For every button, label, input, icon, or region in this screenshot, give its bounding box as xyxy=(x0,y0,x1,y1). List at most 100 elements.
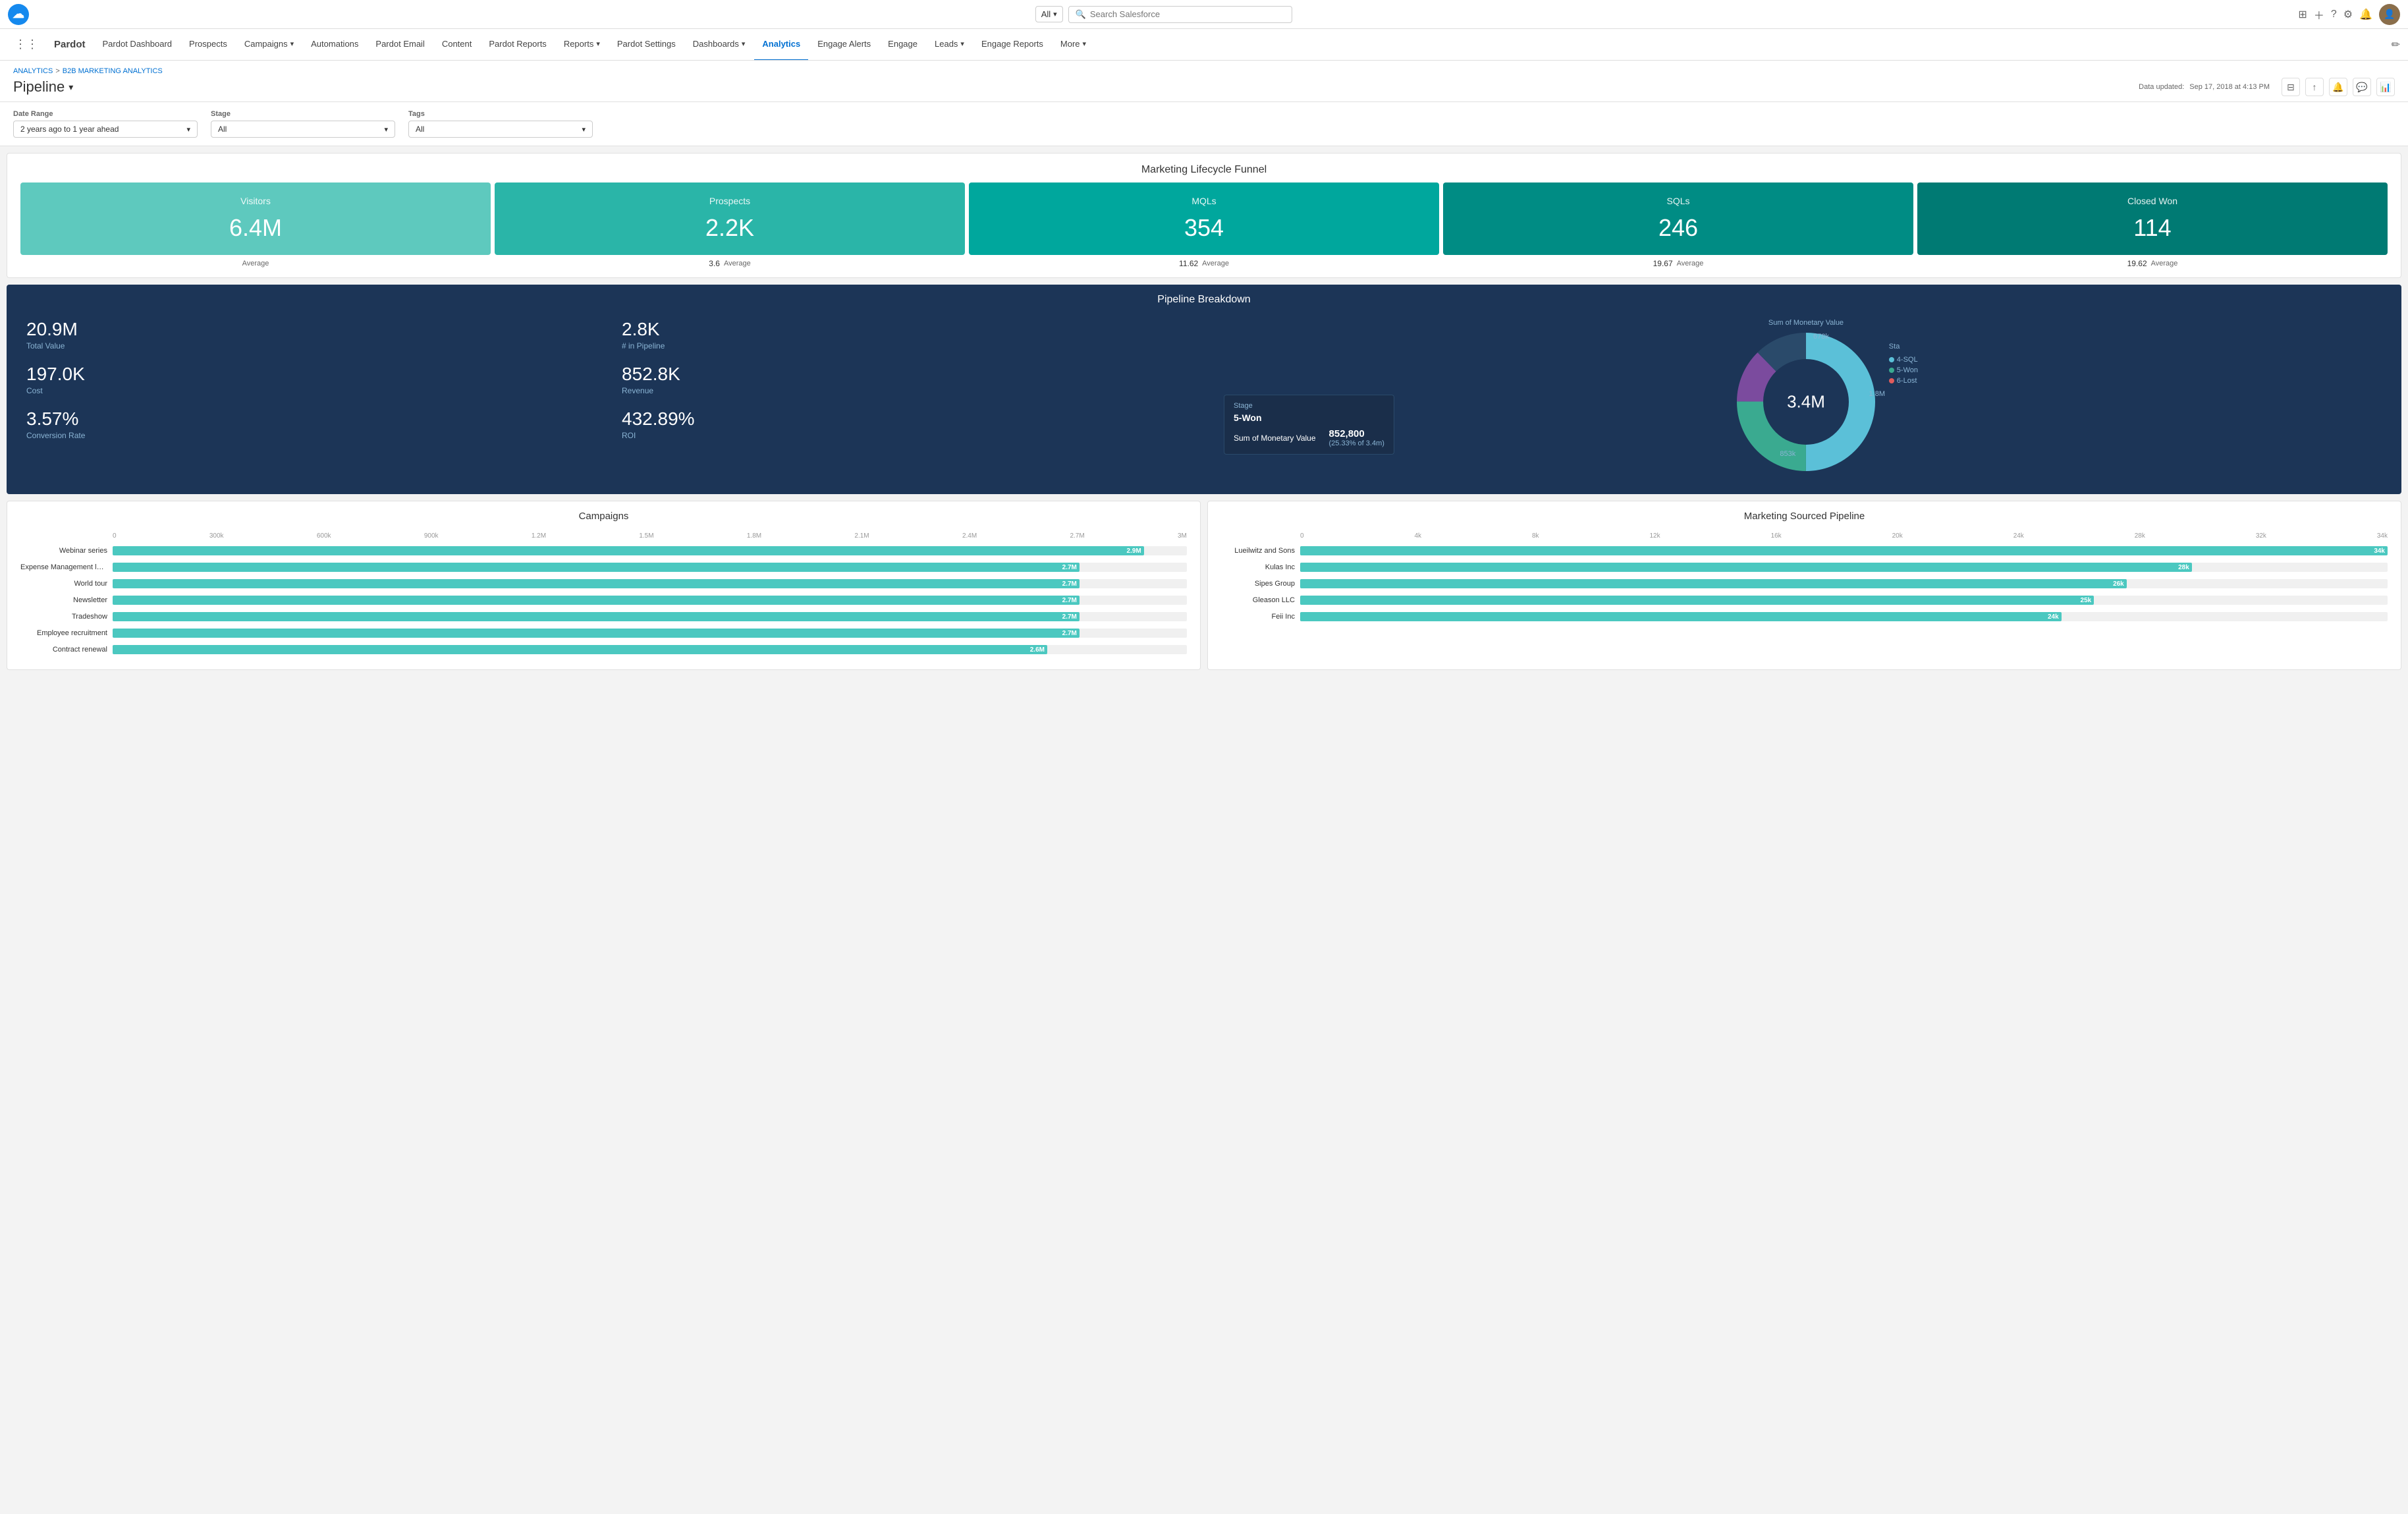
comment-icon[interactable]: 💬 xyxy=(2353,78,2371,96)
all-dropdown[interactable]: All ▾ xyxy=(1035,6,1063,22)
filter-date-select[interactable]: 2 years ago to 1 year ahead ▾ xyxy=(13,121,198,138)
page-title-dropdown-icon[interactable]: ▾ xyxy=(68,82,73,93)
grid-icon[interactable]: ⊞ xyxy=(2298,8,2307,21)
marketing-pipeline-title: Marketing Sourced Pipeline xyxy=(1208,501,2401,527)
donut-center-value: 3.4M xyxy=(1787,392,1825,412)
list-item: Newsletter 2.7M xyxy=(20,594,1187,606)
search-input[interactable] xyxy=(1090,9,1285,19)
sidebar-item-leads[interactable]: Leads▾ xyxy=(927,29,972,61)
sidebar-item-automations[interactable]: Automations xyxy=(303,29,366,61)
donut-chart: 3.4M xyxy=(1734,329,1878,474)
funnel-label-mqls: MQLs xyxy=(1191,196,1216,206)
sidebar-item-engage[interactable]: Engage xyxy=(880,29,925,61)
chevron-down-icon: ▾ xyxy=(582,125,586,134)
breadcrumb-separator: > xyxy=(55,67,59,75)
donut-label-678k: 678k xyxy=(1813,333,1829,341)
help-icon[interactable]: ? xyxy=(2331,9,2337,20)
list-item: Feii Inc 24k xyxy=(1221,611,2388,623)
sidebar-item-dashboards[interactable]: Dashboards▾ xyxy=(685,29,753,61)
sidebar-item-pardot-reports[interactable]: Pardot Reports xyxy=(481,29,554,61)
filter-tags-label: Tags xyxy=(408,110,593,118)
breadcrumb-analytics[interactable]: ANALYTICS xyxy=(13,67,53,75)
chart-icon[interactable]: 📊 xyxy=(2376,78,2395,96)
list-item: Lueilwitz and Sons 34k xyxy=(1221,545,2388,557)
filter-date-value: 2 years ago to 1 year ahead xyxy=(20,125,119,134)
subscribe-icon[interactable]: 🔔 xyxy=(2329,78,2347,96)
sidebar-item-analytics[interactable]: Analytics xyxy=(754,29,808,61)
sidebar-item-pardot-dashboard[interactable]: Pardot Dashboard xyxy=(95,29,180,61)
sidebar-item-prospects[interactable]: Prospects xyxy=(181,29,235,61)
list-item: Contract renewal 2.6M xyxy=(20,644,1187,656)
sidebar-item-more[interactable]: More▾ xyxy=(1053,29,1094,61)
pipeline-stats: 20.9M Total Value 2.8K # in Pipeline 197… xyxy=(7,312,1211,481)
salesforce-logo: ☁ xyxy=(8,4,29,25)
filter-tags-select[interactable]: All ▾ xyxy=(408,121,593,138)
campaigns-axis: 0 300k 600k 900k 1.2M 1.5M 1.8M 2.1M 2.4… xyxy=(20,532,1187,540)
filter-stage-select[interactable]: All ▾ xyxy=(211,121,395,138)
sidebar-item-engage-alerts[interactable]: Engage Alerts xyxy=(809,29,879,61)
funnel-item-prospects: Prospects 2.2K xyxy=(495,182,965,255)
funnel-card: Marketing Lifecycle Funnel Visitors 6.4M… xyxy=(7,153,2401,278)
marketing-bars: Lueilwitz and Sons 34k Kulas Inc 28k Sip… xyxy=(1221,545,2388,623)
dashboard-body: Marketing Lifecycle Funnel Visitors 6.4M… xyxy=(0,153,2408,683)
filter-date-range-group: Date Range 2 years ago to 1 year ahead ▾ xyxy=(13,110,198,138)
campaigns-chart-title: Campaigns xyxy=(7,501,1200,527)
funnel-label-prospects: Prospects xyxy=(709,196,750,206)
pipeline-chart-area: Stage 5-Won Sum of Monetary Value 852,80… xyxy=(1211,312,2401,481)
filter-tags-value: All xyxy=(416,125,424,134)
sidebar-item-content[interactable]: Content xyxy=(434,29,480,61)
sidebar-item-pardot-settings[interactable]: Pardot Settings xyxy=(609,29,684,61)
breadcrumb: ANALYTICS > B2B MARKETING ANALYTICS xyxy=(13,67,2395,75)
chevron-down-icon: ▾ xyxy=(960,40,964,48)
avatar[interactable]: 👤 xyxy=(2379,4,2400,25)
list-item: Sipes Group 26k xyxy=(1221,578,2388,590)
share-icon[interactable]: ↑ xyxy=(2305,78,2324,96)
search-box[interactable]: 🔍 xyxy=(1068,6,1292,23)
bell-icon[interactable]: 🔔 xyxy=(2359,8,2372,21)
filter-stage-value: All xyxy=(218,125,227,134)
funnel-avg-mqls: 11.62 Average xyxy=(969,259,1439,268)
funnel-value-visitors: 6.4M xyxy=(229,214,282,242)
funnel-avg-sqls: 19.67 Average xyxy=(1443,259,1913,268)
chevron-down-icon: ▾ xyxy=(1053,10,1057,18)
tooltip-label: Sum of Monetary Value xyxy=(1234,434,1316,443)
funnel-avg-val-1: 3.6 xyxy=(709,259,720,268)
main-nav: ⋮⋮ Pardot Pardot Dashboard Prospects Cam… xyxy=(0,29,2408,61)
sidebar-item-campaigns[interactable]: Campaigns▾ xyxy=(236,29,302,61)
page-header: ANALYTICS > B2B MARKETING ANALYTICS Pipe… xyxy=(0,61,2408,102)
edit-icon[interactable]: ✏ xyxy=(2392,38,2400,51)
funnel-item-mqls: MQLs 354 xyxy=(969,182,1439,255)
page-title: Pipeline ▾ xyxy=(13,78,73,96)
donut-wrapper: Sum of Monetary Value xyxy=(1734,319,1878,474)
add-icon[interactable]: ＋ xyxy=(2314,7,2324,22)
sidebar-item-pardot-email[interactable]: Pardot Email xyxy=(368,29,432,61)
list-item: World tour 2.7M xyxy=(20,578,1187,590)
funnel-item-closed-won: Closed Won 114 xyxy=(1917,182,2388,255)
sidebar-item-reports[interactable]: Reports▾ xyxy=(556,29,608,61)
stat-label-4: Conversion Rate xyxy=(26,431,595,440)
filter-stage-group: Stage All ▾ xyxy=(211,110,395,138)
gear-icon[interactable]: ⚙ xyxy=(2343,8,2353,21)
funnel-avg-val-3: 19.67 xyxy=(1653,259,1673,268)
stat-cost: 197.0K Cost xyxy=(26,364,595,395)
stat-roi: 432.89% ROI xyxy=(622,408,1191,440)
filter-tags-group: Tags All ▾ xyxy=(408,110,593,138)
nav-apps-icon[interactable]: ⋮⋮ xyxy=(8,38,45,51)
stat-big-1: 2.8K xyxy=(622,319,1191,340)
legend-dot-won xyxy=(1889,368,1894,373)
stat-label-3: Revenue xyxy=(622,386,1191,395)
funnel-label-visitors: Visitors xyxy=(240,196,271,206)
breadcrumb-b2b[interactable]: B2B MARKETING ANALYTICS xyxy=(63,67,163,75)
list-item: Expense Management launch 2.7M xyxy=(20,561,1187,573)
bookmark-icon[interactable]: ⊟ xyxy=(2282,78,2300,96)
stat-label-0: Total Value xyxy=(26,341,595,350)
search-icon: 🔍 xyxy=(1076,9,1086,20)
page-title-row: Pipeline ▾ Data updated: Sep 17, 2018 at… xyxy=(13,78,2395,96)
filter-stage-label: Stage xyxy=(211,110,395,118)
filter-date-label: Date Range xyxy=(13,110,198,118)
funnel-label-closed-won: Closed Won xyxy=(2127,196,2177,206)
tooltip-value: 852,800 xyxy=(1329,428,1384,439)
sidebar-item-engage-reports[interactable]: Engage Reports xyxy=(973,29,1051,61)
donut-label-853k: 853k xyxy=(1780,450,1795,458)
funnel-avg-label-1: Average xyxy=(724,260,751,267)
